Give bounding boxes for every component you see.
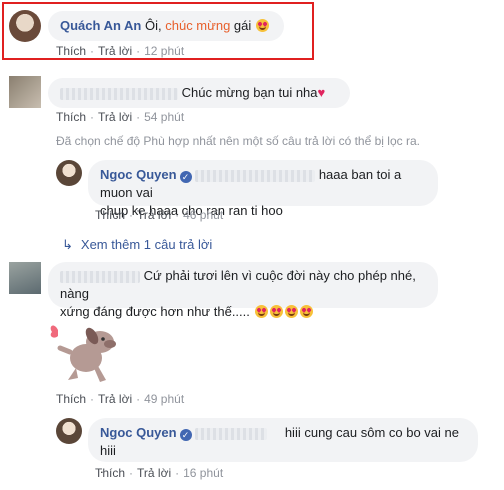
comment-actions: Thích · Trả lời · 46 phút bbox=[95, 208, 224, 222]
avatar[interactable] bbox=[9, 76, 41, 108]
blurred-name bbox=[60, 270, 140, 283]
comment-text: gái bbox=[230, 18, 252, 33]
filter-notice: Đã chọn chế độ Phù hợp nhất nên một số c… bbox=[56, 134, 420, 148]
like-link[interactable]: Thích bbox=[95, 466, 125, 480]
reply-link[interactable]: Trả lời bbox=[98, 110, 132, 124]
avatar[interactable] bbox=[9, 262, 41, 294]
verified-badge-icon: ✓ bbox=[179, 171, 192, 183]
comment-actions: Thích · Trả lời · 49 phút bbox=[56, 392, 185, 406]
blurred-name bbox=[195, 427, 268, 440]
avatar[interactable] bbox=[56, 418, 82, 444]
reply-arrow-icon: ↳ bbox=[62, 237, 73, 252]
comment-bubble: Chúc mừng bạn tui nha♥ bbox=[48, 78, 350, 108]
like-link[interactable]: Thích bbox=[56, 44, 86, 58]
comment-bubble: Cứ phải tươi lên vì cuộc đời này cho phé… bbox=[48, 262, 438, 319]
heart-eyes-emoji-icon bbox=[255, 19, 269, 32]
reply-link[interactable]: Trả lời bbox=[98, 44, 132, 58]
comment-bubble: Ngoc Quyen ✓ haaa ban toi a muon vai chụp… bbox=[88, 160, 438, 218]
heart-eyes-emoji-icon bbox=[269, 305, 283, 318]
comment-text: xứng đáng được hơn như thế..... bbox=[60, 304, 250, 319]
heart-eyes-emoji-icon bbox=[284, 305, 298, 318]
comment-actions: Thích · Trả lời · 12 phút bbox=[56, 44, 185, 58]
reply-link[interactable]: Trả lời bbox=[98, 392, 132, 406]
comment-author[interactable]: Ngoc Quyen bbox=[100, 167, 177, 182]
blurred-name bbox=[195, 169, 316, 182]
like-link[interactable]: Thích bbox=[95, 208, 125, 222]
heart-icon bbox=[50, 325, 58, 338]
blurred-name bbox=[60, 87, 178, 100]
like-link[interactable]: Thích bbox=[56, 392, 86, 406]
avatar[interactable] bbox=[56, 160, 82, 186]
comment-time[interactable]: 54 phút bbox=[144, 110, 184, 124]
heart-eyes-emoji-icon bbox=[299, 305, 313, 318]
comment-text: Ôi, bbox=[145, 18, 166, 33]
see-more-label: Xem thêm 1 câu trả lời bbox=[80, 237, 213, 252]
comment-author[interactable]: Quách An An bbox=[60, 18, 141, 33]
reply-link[interactable]: Trả lời bbox=[137, 208, 171, 222]
comment-actions: Thích · Trả lời · 16 phút bbox=[95, 466, 224, 480]
heart-eyes-emoji-icon bbox=[254, 305, 268, 318]
comment-text: Chúc mừng bạn tui nha bbox=[181, 85, 318, 100]
comment-bubble: Quách An An Ôi, chúc mừng gái bbox=[48, 11, 284, 41]
comment-time[interactable]: 49 phút bbox=[144, 392, 184, 406]
comment-time[interactable]: 16 phút bbox=[183, 466, 223, 480]
comment-text-highlight: chúc mừng bbox=[165, 18, 231, 33]
avatar[interactable] bbox=[9, 10, 41, 42]
comment-actions: Thích · Trả lời · 54 phút bbox=[56, 110, 185, 124]
see-more-replies-link[interactable]: ↳ Xem thêm 1 câu trả lời bbox=[62, 237, 212, 253]
comment-time[interactable]: 46 phút bbox=[183, 208, 223, 222]
reply-link[interactable]: Trả lời bbox=[137, 466, 171, 480]
heart-icon: ♥ bbox=[317, 85, 326, 100]
like-link[interactable]: Thích bbox=[56, 110, 86, 124]
comment-time[interactable]: 12 phút bbox=[144, 44, 184, 58]
comment-author[interactable]: Ngoc Quyen bbox=[100, 425, 177, 440]
dog-sticker bbox=[50, 325, 116, 382]
comment-bubble: Ngoc Quyen ✓ hiii cung cau sôm co bo vai … bbox=[88, 418, 478, 476]
verified-badge-icon: ✓ bbox=[179, 429, 192, 441]
